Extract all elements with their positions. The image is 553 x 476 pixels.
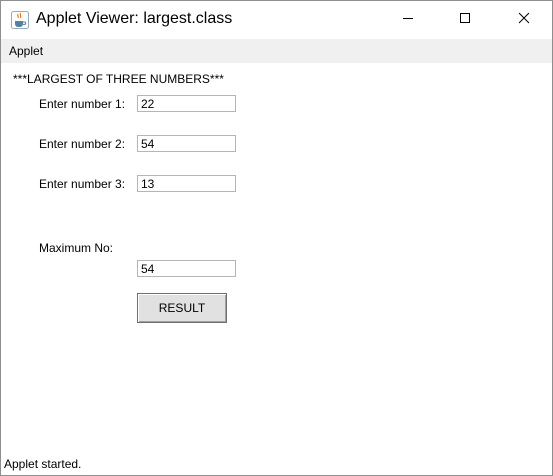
number-1-label: Enter number 1: bbox=[39, 97, 126, 111]
menu-item-applet[interactable]: Applet bbox=[9, 44, 43, 58]
applet-viewer-window: Applet Viewer: largest.class Applet ***L… bbox=[0, 0, 553, 476]
close-icon bbox=[518, 11, 530, 29]
status-bar: Applet started. bbox=[1, 451, 552, 475]
minimize-icon bbox=[402, 11, 414, 29]
applet-heading: ***LARGEST OF THREE NUMBERS*** bbox=[13, 72, 224, 86]
number-3-input[interactable] bbox=[137, 175, 236, 192]
title-bar[interactable]: Applet Viewer: largest.class bbox=[1, 1, 552, 39]
applet-panel: ***LARGEST OF THREE NUMBERS*** Enter num… bbox=[1, 63, 552, 451]
number-2-label: Enter number 2: bbox=[39, 137, 126, 151]
number-2-input[interactable] bbox=[137, 135, 236, 152]
maximize-button[interactable] bbox=[442, 1, 488, 39]
java-cup-icon bbox=[11, 11, 29, 29]
menu-bar: Applet bbox=[1, 39, 552, 63]
close-button[interactable] bbox=[501, 1, 547, 39]
maximum-output-field[interactable] bbox=[137, 260, 236, 277]
minimize-button[interactable] bbox=[385, 1, 431, 39]
maximum-label: Maximum No: bbox=[39, 241, 114, 255]
status-text: Applet started. bbox=[4, 457, 82, 471]
number-3-label: Enter number 3: bbox=[39, 177, 126, 191]
window-title: Applet Viewer: largest.class bbox=[36, 10, 233, 27]
number-1-input[interactable] bbox=[137, 95, 236, 112]
maximize-icon bbox=[459, 11, 471, 29]
result-button[interactable]: RESULT bbox=[137, 293, 227, 323]
